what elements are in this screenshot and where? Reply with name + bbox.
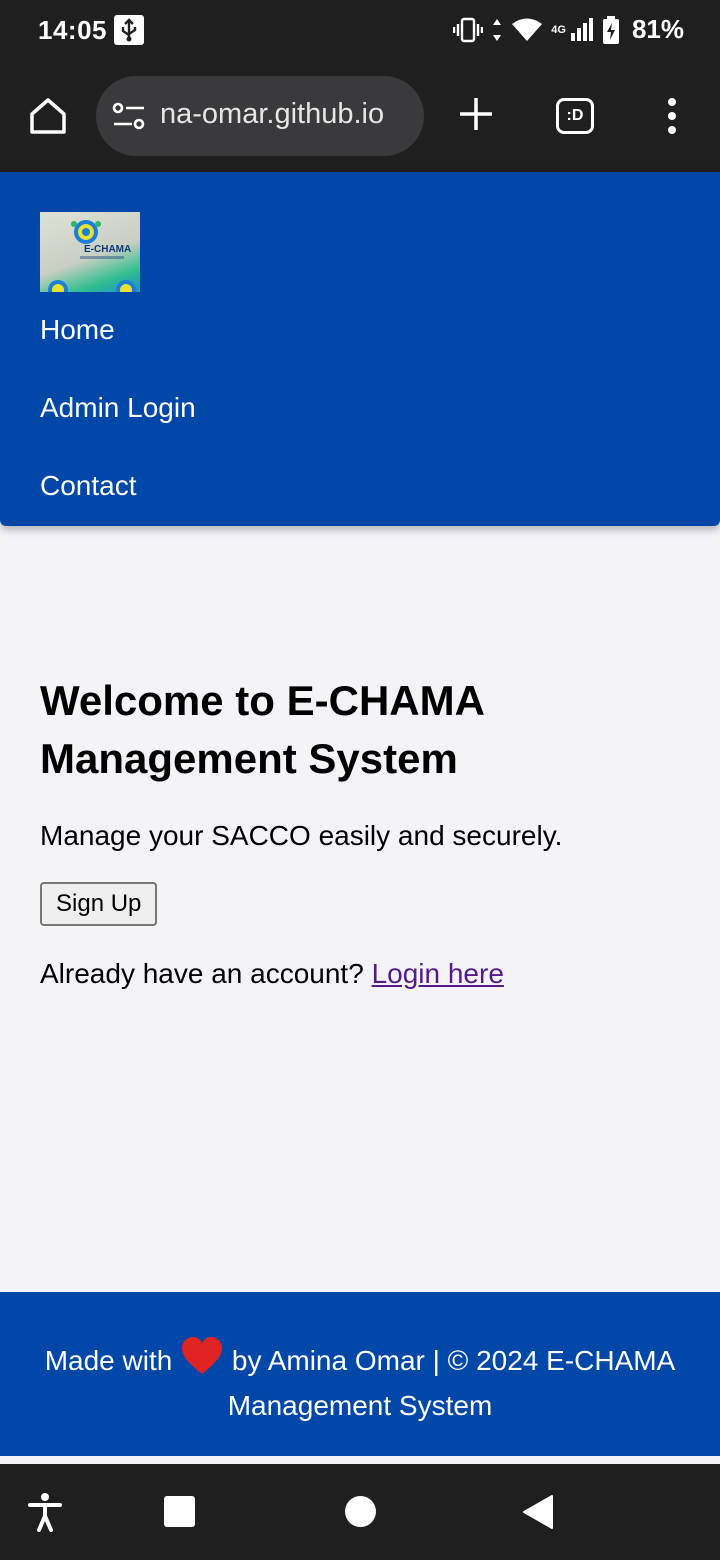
tabs-icon[interactable]: :D xyxy=(556,98,594,134)
recent-apps-icon[interactable] xyxy=(164,1496,195,1527)
login-prompt: Already have an account? xyxy=(40,958,364,989)
status-icons: 4G 81% xyxy=(453,14,684,45)
footer-made-with: Made with xyxy=(44,1345,173,1376)
home-button-icon[interactable] xyxy=(345,1496,376,1527)
network-type: 4G xyxy=(551,23,566,36)
hero-section: Welcome to E-CHAMA Management System Man… xyxy=(40,672,680,990)
battery-percent: 81% xyxy=(631,14,684,44)
status-time: 14:05 xyxy=(38,15,107,45)
battery-charging-icon xyxy=(602,15,619,44)
login-prompt-line: Already have an account? Login here xyxy=(40,958,680,990)
url-text[interactable]: na-omar.github.io xyxy=(160,98,384,131)
footer-credit: by Amina Omar | © 2024 E-CHAMA Managemen… xyxy=(227,1345,676,1421)
menu-icon[interactable] xyxy=(662,96,682,136)
vibrate-icon xyxy=(453,17,484,42)
back-icon[interactable] xyxy=(522,1494,554,1530)
signup-button[interactable]: Sign Up xyxy=(40,882,158,926)
accessibility-icon[interactable] xyxy=(26,1492,64,1532)
site-settings-icon[interactable] xyxy=(112,102,146,130)
nav-home[interactable]: Home xyxy=(40,314,115,346)
heart-icon xyxy=(180,1336,224,1386)
home-icon[interactable] xyxy=(24,92,72,140)
data-arrows-icon xyxy=(493,18,502,41)
site-footer: Made with by Amina Omar | © 2024 E-CHAMA… xyxy=(0,1292,720,1456)
usb-icon xyxy=(114,15,144,45)
hero-subtitle: Manage your SACCO easily and securely. xyxy=(40,820,563,851)
status-bar: 14:05 4G 81% xyxy=(0,0,720,62)
browser-toolbar: na-omar.github.io :D xyxy=(0,62,720,172)
wifi-icon xyxy=(512,18,543,41)
login-link[interactable]: Login here xyxy=(372,958,504,989)
page-title: Welcome to E-CHAMA Management System xyxy=(40,677,484,782)
logo-text: E-CHAMA xyxy=(84,244,131,255)
address-bar[interactable]: na-omar.github.io xyxy=(96,76,424,156)
logo[interactable]: E-CHAMA xyxy=(40,212,140,292)
signal-icon xyxy=(570,17,593,41)
new-tab-icon[interactable] xyxy=(456,94,496,134)
nav-admin-login[interactable]: Admin Login xyxy=(40,392,196,424)
site-header: E-CHAMA Home Admin Login Contact xyxy=(0,172,720,526)
system-nav-bar xyxy=(0,1464,720,1560)
nav-contact[interactable]: Contact xyxy=(40,470,137,502)
